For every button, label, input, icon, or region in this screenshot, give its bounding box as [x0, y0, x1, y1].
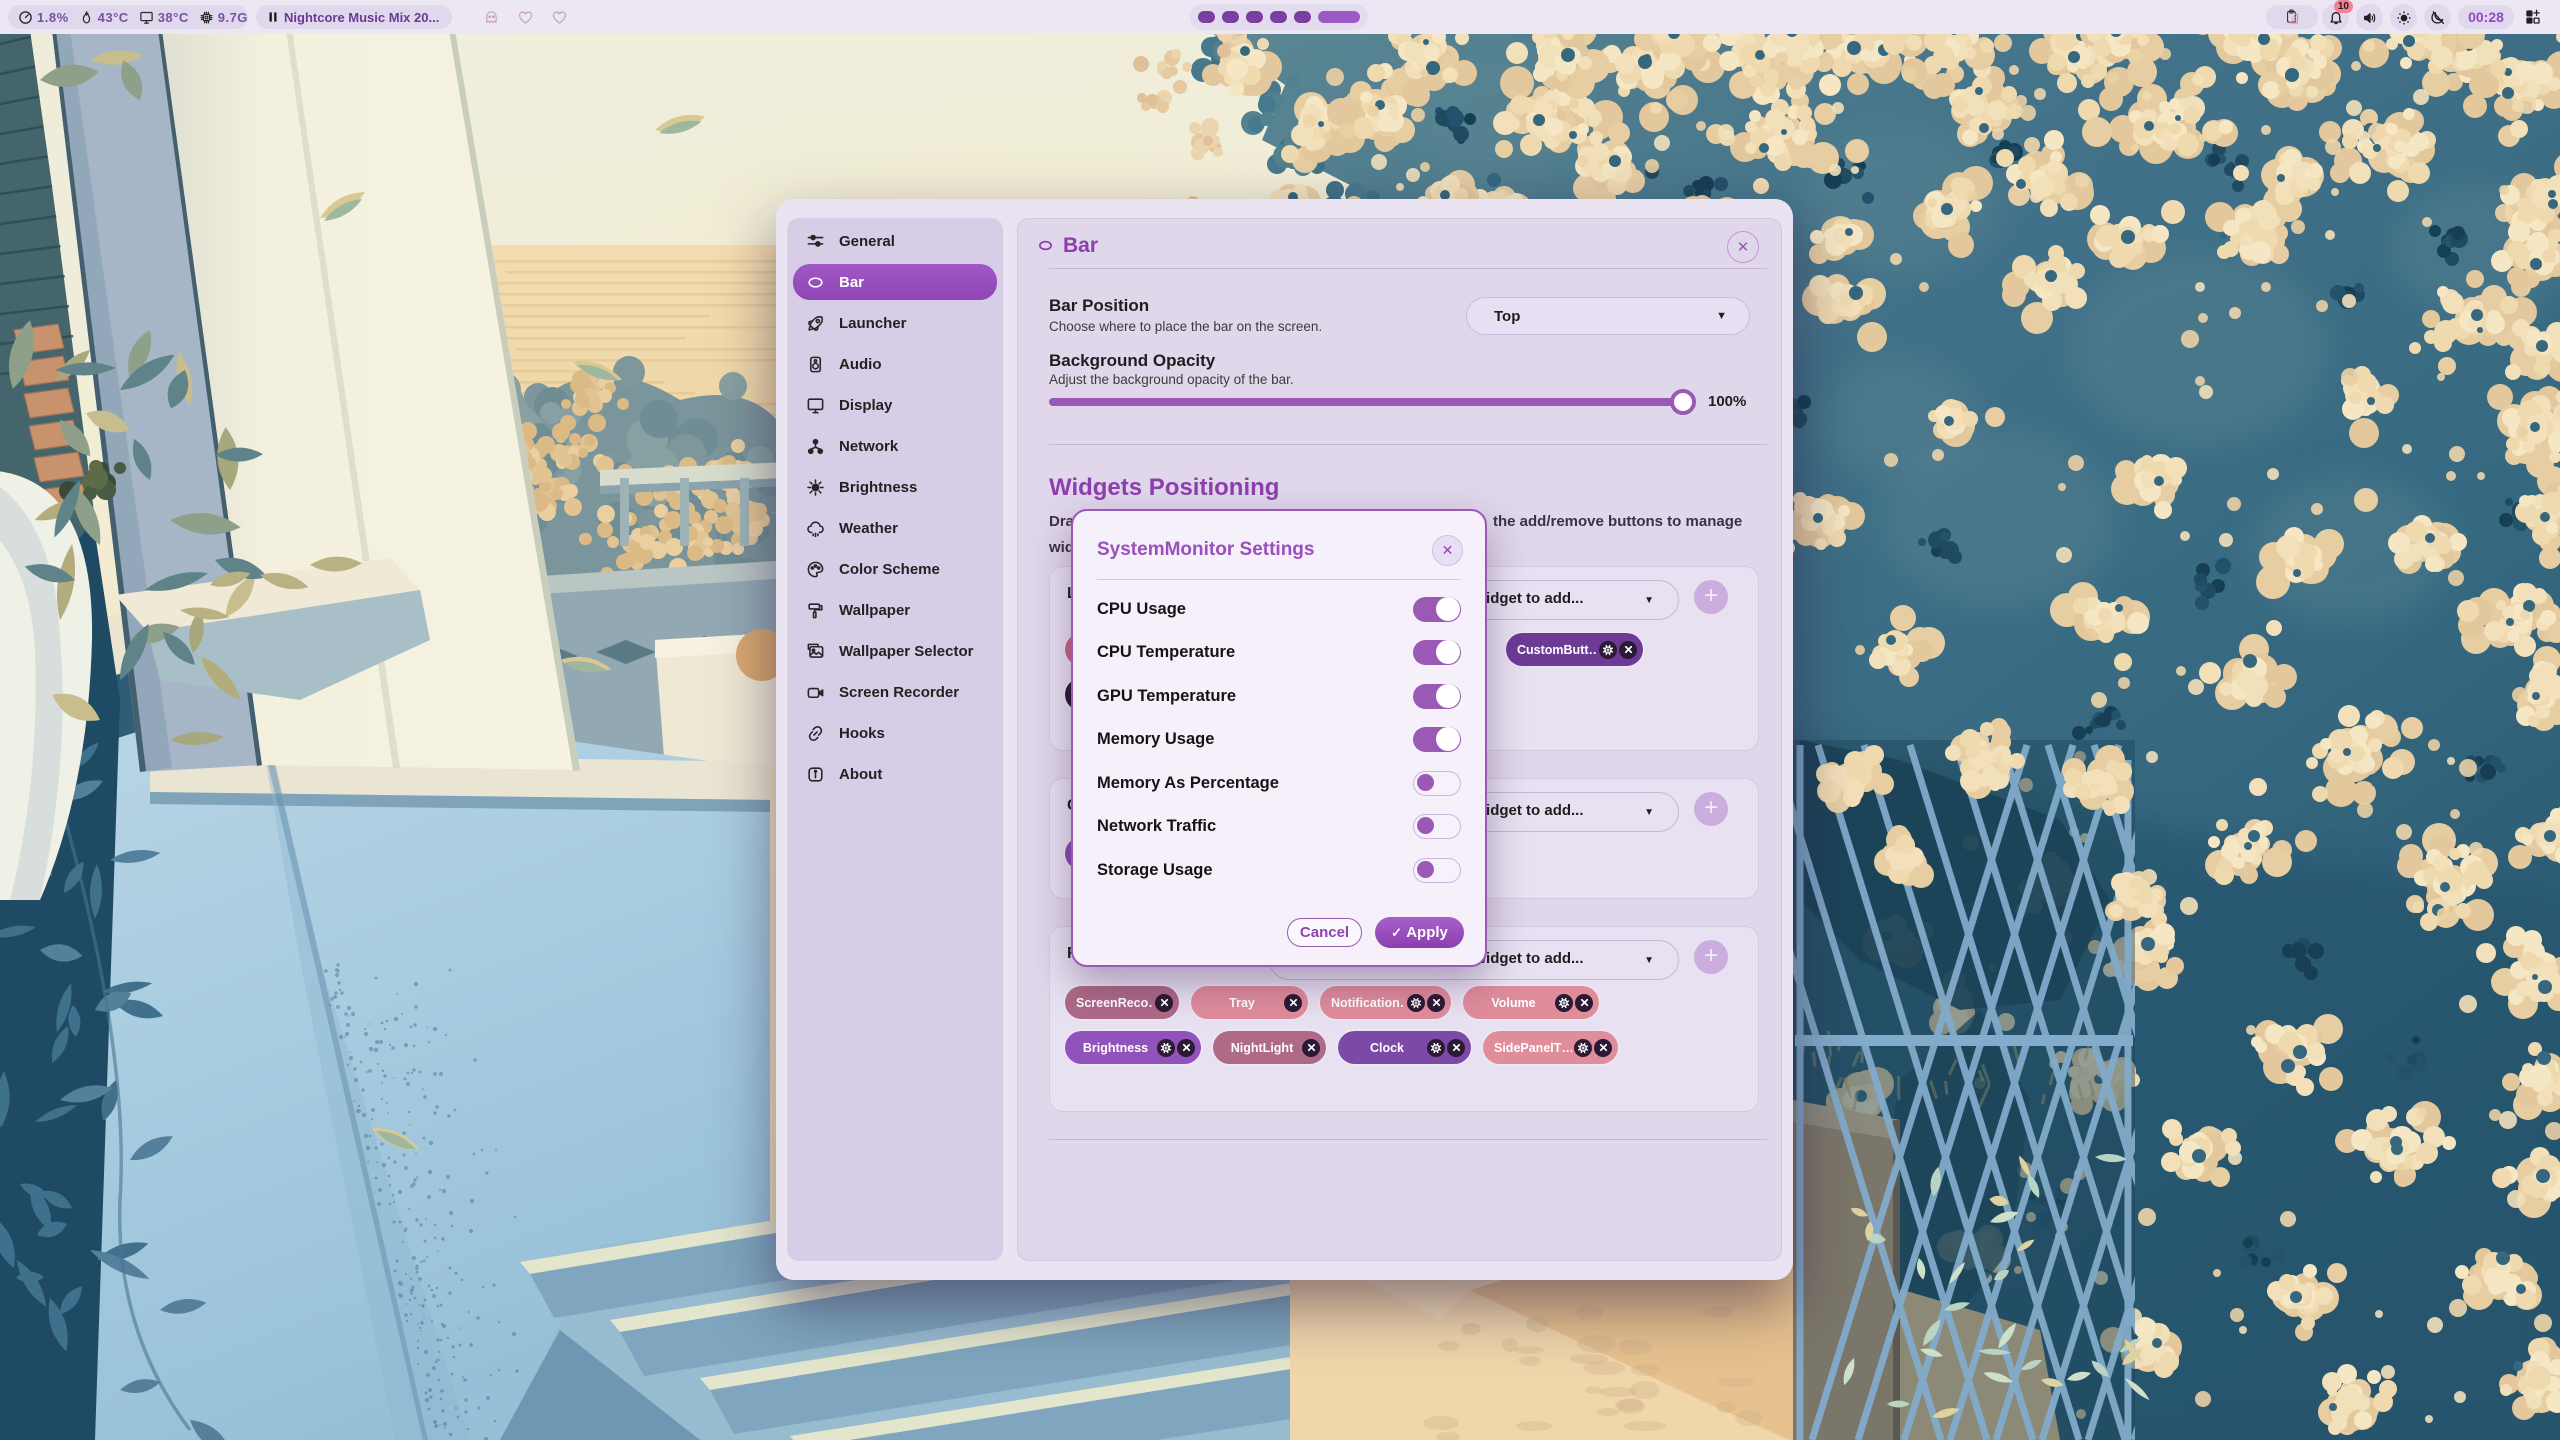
svg-text:C: C [2291, 16, 2296, 23]
